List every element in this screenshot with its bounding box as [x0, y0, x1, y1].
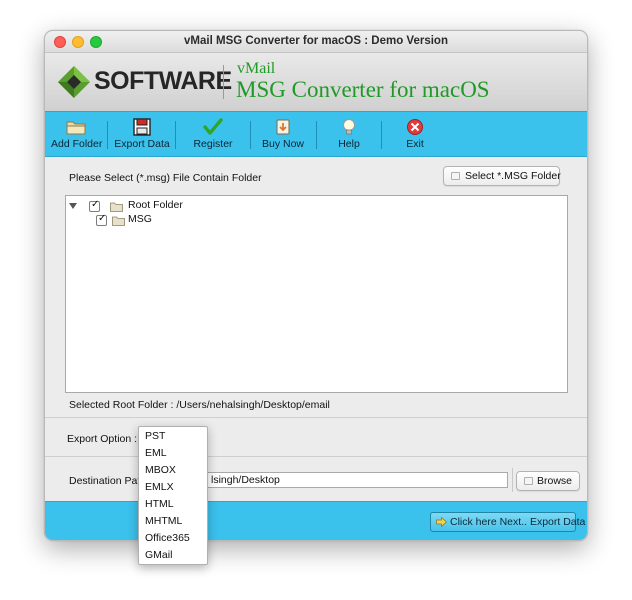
- window-title: vMail MSG Converter for macOS : Demo Ver…: [184, 35, 448, 47]
- banner-divider: [223, 65, 224, 99]
- export-option-emlx[interactable]: EMLX: [139, 479, 207, 496]
- export-option-gmail[interactable]: GMail: [139, 547, 207, 564]
- product-brand: vMail: [237, 60, 276, 77]
- product-banner: SOFTWARE vMail MSG Converter for macOS: [45, 53, 587, 111]
- add-folder-label: Add Folder: [51, 138, 103, 150]
- product-name: MSG Converter for macOS: [236, 77, 490, 102]
- next-export-data-label: Click here Next.. Export Data: [450, 516, 586, 528]
- help-label: Help: [338, 138, 360, 150]
- next-export-data-button[interactable]: Click here Next.. Export Data: [430, 512, 585, 532]
- tree-row-root[interactable]: Root Folder: [66, 199, 266, 214]
- footer-bar: Click here Next.. Export Data: [45, 501, 587, 540]
- toolbar-separator: [107, 121, 108, 149]
- export-option-office365[interactable]: Office365: [139, 530, 207, 547]
- toolbar-separator: [316, 121, 317, 149]
- folder-icon: [110, 202, 123, 212]
- destination-path-label: Destination Path: [69, 475, 147, 487]
- folder-small-icon: [524, 477, 533, 485]
- section-divider: [45, 417, 587, 418]
- section-divider: [45, 456, 587, 457]
- export-data-button[interactable]: Export Data: [114, 115, 170, 155]
- source-instruction: Please Select (*.msg) File Contain Folde…: [69, 172, 262, 184]
- lightbulb-icon: [343, 119, 355, 135]
- add-folder-button[interactable]: Add Folder: [51, 115, 103, 155]
- help-button[interactable]: Help: [333, 115, 365, 155]
- register-label: Register: [193, 138, 233, 150]
- select-msg-folder-button[interactable]: Select *.MSG Folder: [443, 166, 561, 186]
- diamond-logo-icon: [58, 66, 90, 98]
- exit-button[interactable]: Exit: [399, 115, 431, 155]
- buy-icon: [276, 119, 290, 135]
- register-button[interactable]: Register: [190, 115, 236, 155]
- folder-icon: [66, 121, 86, 135]
- field-separator: [512, 468, 513, 492]
- logo-text: SOFTWARE: [94, 67, 232, 95]
- title-bar[interactable]: vMail MSG Converter for macOS : Demo Ver…: [45, 31, 587, 53]
- root-folder-checkbox[interactable]: [89, 199, 100, 212]
- folder-tree[interactable]: Root Folder MSG: [65, 195, 568, 393]
- arrow-right-icon: [436, 517, 447, 527]
- export-option-mbox[interactable]: MBOX: [139, 462, 207, 479]
- msg-folder-checkbox[interactable]: [96, 213, 107, 226]
- save-icon: [133, 118, 151, 136]
- export-data-label: Export Data: [114, 138, 170, 150]
- tree-row-msg[interactable]: MSG: [66, 213, 266, 228]
- root-folder-label: Root Folder: [128, 199, 183, 211]
- app-window: vMail MSG Converter for macOS : Demo Ver…: [44, 30, 588, 541]
- select-msg-folder-label: Select *.MSG Folder: [465, 170, 561, 182]
- selected-root-folder: Selected Root Folder : /Users/nehalsingh…: [69, 399, 330, 411]
- toolbar-separator: [250, 121, 251, 149]
- exit-icon: [407, 119, 423, 135]
- toolbar-separator: [175, 121, 176, 149]
- disclosure-triangle-icon[interactable]: [69, 203, 77, 209]
- toolbar-separator: [381, 121, 382, 149]
- browse-label: Browse: [537, 475, 573, 487]
- export-option-label: Export Option :: [67, 433, 138, 445]
- checkmark-icon: [203, 118, 223, 135]
- export-option-dropdown[interactable]: PST EML MBOX EMLX HTML MHTML Office365 G…: [138, 426, 208, 565]
- folder-icon: [112, 216, 125, 226]
- buy-now-label: Buy Now: [261, 138, 304, 150]
- exit-label: Exit: [406, 138, 424, 150]
- export-option-eml[interactable]: EML: [139, 445, 207, 462]
- export-option-html[interactable]: HTML: [139, 496, 207, 513]
- buy-now-button[interactable]: Buy Now: [261, 115, 305, 155]
- export-option-mhtml[interactable]: MHTML: [139, 513, 207, 530]
- destination-path-field[interactable]: lsingh/Desktop: [207, 472, 508, 488]
- msg-folder-label: MSG: [128, 213, 152, 225]
- browse-button[interactable]: Browse: [516, 471, 580, 491]
- export-option-pst[interactable]: PST: [139, 428, 207, 445]
- main-toolbar: Add Folder Export Data Register Buy Now: [45, 111, 587, 157]
- folder-small-icon: [451, 172, 460, 180]
